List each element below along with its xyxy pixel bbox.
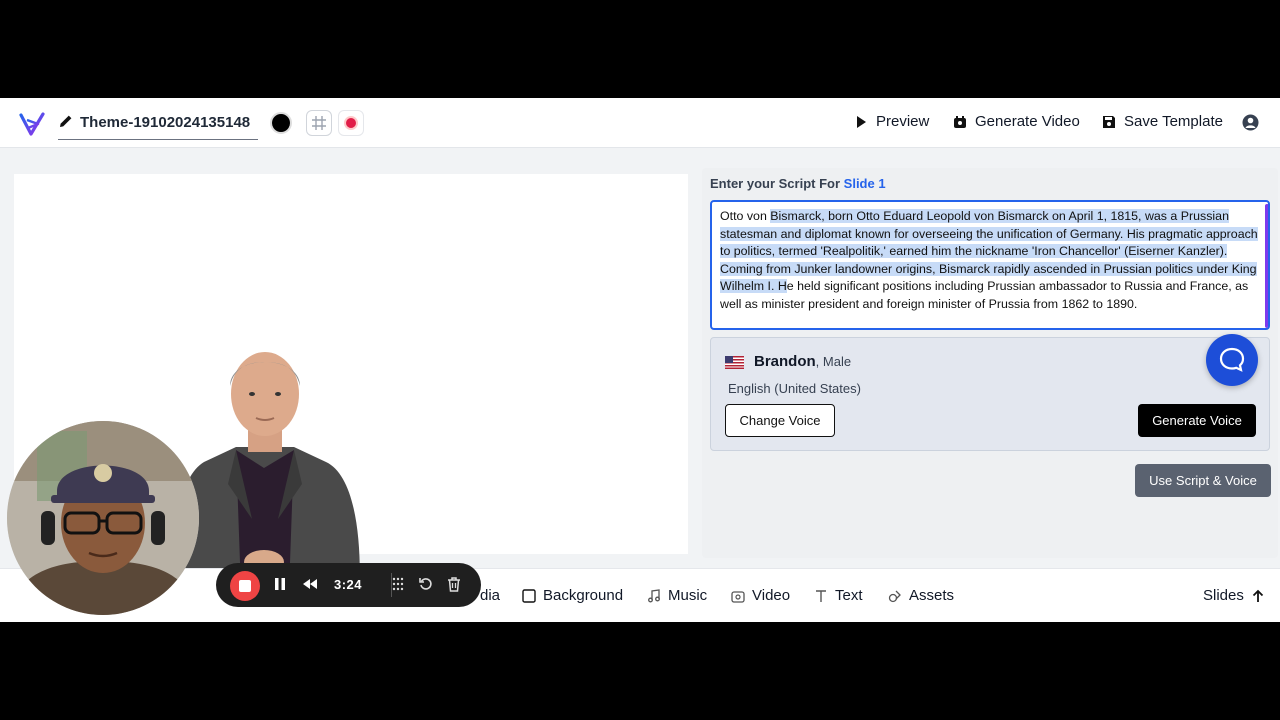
- tab-background-label: Background: [543, 587, 624, 604]
- change-voice-button[interactable]: Change Voice: [725, 404, 835, 437]
- chat-support-button[interactable]: [1206, 334, 1258, 386]
- arrow-up-icon: [1252, 589, 1263, 602]
- tab-music-label: Music: [668, 587, 708, 604]
- save-disk-icon: [1103, 115, 1115, 128]
- slide-label: Slide 1: [843, 176, 886, 191]
- generate-video-label: Generate Video: [975, 113, 1080, 130]
- use-script-voice-button[interactable]: Use Script & Voice: [1135, 464, 1271, 497]
- textarea-scrollbar[interactable]: [1265, 204, 1268, 328]
- tab-media[interactable]: dia: [480, 587, 500, 604]
- stop-recording-button[interactable]: [230, 571, 260, 601]
- voice-name: Brandon, Male: [754, 353, 851, 370]
- generate-voice-button[interactable]: Generate Voice: [1138, 404, 1256, 437]
- voice-name-text: Brandon: [754, 353, 816, 370]
- preview-button[interactable]: Preview: [854, 113, 929, 130]
- tab-media-label: dia: [480, 587, 501, 604]
- grip-dots-icon[interactable]: [390, 576, 406, 592]
- script-panel: Enter your Script For Slide 1 Otto von B…: [702, 168, 1278, 558]
- tab-slides-label: Slides: [1203, 587, 1244, 604]
- tab-video-label: Video: [752, 587, 791, 604]
- square-icon: [522, 588, 536, 603]
- script-text-after: e held significant positions including P…: [720, 279, 1249, 311]
- theme-title: Theme-19102024135148: [80, 114, 251, 131]
- video-icon: [731, 590, 745, 603]
- script-label-prefix: Enter your Script For: [710, 176, 841, 191]
- webcam-person-image: [7, 421, 199, 615]
- music-note-icon: [648, 588, 660, 602]
- bottom-toolbar: dia Background Music Video Text Assets S…: [0, 568, 1280, 622]
- tab-music[interactable]: Music: [647, 587, 707, 604]
- script-text-before: Otto von: [720, 209, 771, 223]
- record-dot-icon: [344, 116, 358, 130]
- grid-toggle-button[interactable]: [306, 110, 332, 136]
- video-camera-icon: [954, 115, 966, 128]
- tab-video[interactable]: Video: [731, 587, 790, 604]
- pause-icon[interactable]: [272, 576, 288, 592]
- tab-background[interactable]: Background: [522, 587, 623, 604]
- record-toggle-button[interactable]: [338, 110, 364, 136]
- script-textarea[interactable]: Otto von Bismarck, born Otto Eduard Leop…: [710, 200, 1270, 330]
- shapes-icon: [888, 590, 901, 602]
- trash-icon[interactable]: [446, 576, 462, 592]
- webcam-bubble[interactable]: [7, 421, 199, 615]
- voice-card: Brandon, Male English (United States) Ch…: [710, 337, 1270, 451]
- recording-timer: 3:24: [334, 577, 363, 592]
- theme-title-field[interactable]: Theme-19102024135148: [58, 110, 258, 140]
- save-template-button[interactable]: Save Template: [1102, 113, 1223, 130]
- pencil-icon: [60, 115, 72, 127]
- generate-video-button[interactable]: Generate Video: [953, 113, 1080, 130]
- us-flag-icon: [725, 356, 744, 369]
- tab-text[interactable]: Text: [814, 587, 863, 604]
- screen-recorder-bar: 3:24: [216, 563, 481, 607]
- hash-grid-icon: [312, 116, 326, 130]
- user-account-icon[interactable]: [1242, 114, 1259, 131]
- voice-gender: , Male: [815, 354, 852, 369]
- voice-language: English (United States): [728, 381, 861, 396]
- slides-toggle-button[interactable]: Slides: [1203, 587, 1265, 604]
- black-swatch-icon: [270, 112, 292, 134]
- script-label: Enter your Script For Slide 1: [710, 176, 886, 191]
- rewind-icon[interactable]: [302, 576, 318, 592]
- tab-assets[interactable]: Assets: [888, 587, 954, 604]
- app-logo-icon[interactable]: [18, 110, 46, 138]
- restart-icon[interactable]: [418, 576, 434, 592]
- text-t-icon: [816, 589, 826, 602]
- save-template-label: Save Template: [1124, 113, 1223, 130]
- tab-assets-label: Assets: [909, 587, 955, 604]
- color-picker-button[interactable]: [268, 110, 294, 136]
- tab-text-label: Text: [835, 587, 863, 604]
- play-icon: [857, 115, 866, 128]
- chat-bubble-icon: [1219, 347, 1245, 372]
- preview-label: Preview: [876, 113, 930, 130]
- stop-square-icon: [239, 580, 251, 592]
- top-bar: Theme-19102024135148 Preview Generate Vi…: [0, 98, 1280, 148]
